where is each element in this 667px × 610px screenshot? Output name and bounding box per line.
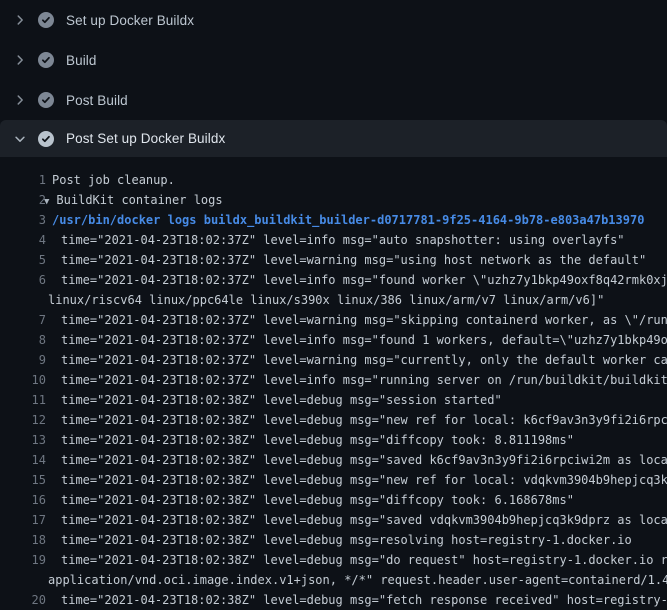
step-success-check-icon xyxy=(38,92,54,108)
log-line-text: linux/riscv64 linux/ppc64le linux/s390x … xyxy=(0,290,667,310)
step-label: Post Set up Docker Buildx xyxy=(66,131,225,146)
log-line-number[interactable]: 5 xyxy=(0,250,46,270)
log-line: 6time="2021-04-23T18:02:37Z" level=info … xyxy=(0,270,667,290)
log-line-number[interactable]: 18 xyxy=(0,530,46,550)
log-line: 9time="2021-04-23T18:02:37Z" level=warni… xyxy=(0,350,667,370)
log-line-number[interactable]: 7 xyxy=(0,310,46,330)
log-line-text: time="2021-04-23T18:02:38Z" level=debug … xyxy=(0,590,667,610)
log-line-number[interactable]: 9 xyxy=(0,350,46,370)
log-line: 17time="2021-04-23T18:02:38Z" level=debu… xyxy=(0,510,667,530)
step-success-check-icon xyxy=(38,131,54,147)
log-line-number[interactable]: 13 xyxy=(0,430,46,450)
log-line: 10time="2021-04-23T18:02:37Z" level=info… xyxy=(0,370,667,390)
chevron-right-icon xyxy=(13,53,27,67)
log-line-number[interactable]: 3 xyxy=(0,210,46,230)
log-line-number[interactable]: 2 xyxy=(0,190,46,210)
log-line: 2▼BuildKit container logs xyxy=(0,190,667,210)
step-label: Set up Docker Buildx xyxy=(66,13,194,28)
log-line-text: ▼BuildKit container logs xyxy=(0,190,667,210)
log-line: 3/usr/bin/docker logs buildx_buildkit_bu… xyxy=(0,210,667,230)
log-line-number[interactable]: 6 xyxy=(0,270,46,290)
log-line-text: time="2021-04-23T18:02:38Z" level=debug … xyxy=(0,410,667,430)
workflow-log-panel: Set up Docker Buildx Build Post Build Post … xyxy=(0,0,667,610)
log-line-number[interactable]: 10 xyxy=(0,370,46,390)
log-line-text: time="2021-04-23T18:02:38Z" level=debug … xyxy=(0,530,667,550)
log-line: 11time="2021-04-23T18:02:38Z" level=debu… xyxy=(0,390,667,410)
log-line-text: time="2021-04-23T18:02:37Z" level=warnin… xyxy=(0,310,667,330)
log-line: application/vnd.oci.image.index.v1+json,… xyxy=(0,570,667,590)
step-row-build[interactable]: Build xyxy=(0,40,667,80)
log-line-text: time="2021-04-23T18:02:38Z" level=debug … xyxy=(0,430,667,450)
step-row-post-set-up-docker-buildx[interactable]: Post Set up Docker Buildx xyxy=(0,120,667,157)
log-line: 16time="2021-04-23T18:02:38Z" level=debu… xyxy=(0,490,667,510)
log-line: 5time="2021-04-23T18:02:37Z" level=warni… xyxy=(0,250,667,270)
log-line-text: /usr/bin/docker logs buildx_buildkit_bui… xyxy=(0,210,667,230)
log-line: linux/riscv64 linux/ppc64le linux/s390x … xyxy=(0,290,667,310)
log-line-text: time="2021-04-23T18:02:37Z" level=info m… xyxy=(0,230,667,250)
log-line-text: application/vnd.oci.image.index.v1+json,… xyxy=(0,570,667,590)
log-line: 20time="2021-04-23T18:02:38Z" level=debu… xyxy=(0,590,667,610)
log-line-number[interactable]: 12 xyxy=(0,410,46,430)
log-line-number[interactable]: 19 xyxy=(0,550,46,570)
log-line-number[interactable]: 15 xyxy=(0,470,46,490)
log-line: 4time="2021-04-23T18:02:37Z" level=info … xyxy=(0,230,667,250)
log-line-number[interactable]: 8 xyxy=(0,330,46,350)
log-line-text: time="2021-04-23T18:02:37Z" level=warnin… xyxy=(0,350,667,370)
log-line-number[interactable]: 4 xyxy=(0,230,46,250)
log-line-number[interactable]: 1 xyxy=(0,170,46,190)
log-line-number[interactable]: 16 xyxy=(0,490,46,510)
step-success-check-icon xyxy=(38,12,54,28)
log-line-text: time="2021-04-23T18:02:38Z" level=debug … xyxy=(0,390,667,410)
chevron-right-icon xyxy=(13,13,27,27)
log-line-text: time="2021-04-23T18:02:38Z" level=debug … xyxy=(0,490,667,510)
step-label: Post Build xyxy=(66,93,128,108)
log-line-text: time="2021-04-23T18:02:37Z" level=info m… xyxy=(0,370,667,390)
log-line-number[interactable]: 17 xyxy=(0,510,46,530)
step-row-set-up-docker-buildx[interactable]: Set up Docker Buildx xyxy=(0,0,667,40)
chevron-right-icon xyxy=(13,93,27,107)
log-line-number[interactable]: 20 xyxy=(0,590,46,610)
log-line-number[interactable]: 14 xyxy=(0,450,46,470)
log-line: 19time="2021-04-23T18:02:38Z" level=debu… xyxy=(0,550,667,570)
step-label: Build xyxy=(66,53,97,68)
log-line: 18time="2021-04-23T18:02:38Z" level=debu… xyxy=(0,530,667,550)
log-line-text: Post job cleanup. xyxy=(0,170,667,190)
chevron-down-icon xyxy=(13,132,27,146)
log-line-text: time="2021-04-23T18:02:38Z" level=debug … xyxy=(0,510,667,530)
log-line: 15time="2021-04-23T18:02:38Z" level=debu… xyxy=(0,470,667,490)
log-line: 1Post job cleanup. xyxy=(0,170,667,190)
log-line: 7time="2021-04-23T18:02:37Z" level=warni… xyxy=(0,310,667,330)
log-line-text: time="2021-04-23T18:02:37Z" level=info m… xyxy=(0,270,667,290)
step-success-check-icon xyxy=(38,52,54,68)
log-line-text: time="2021-04-23T18:02:38Z" level=debug … xyxy=(0,450,667,470)
log-line: 14time="2021-04-23T18:02:38Z" level=debu… xyxy=(0,450,667,470)
log-line-text: time="2021-04-23T18:02:37Z" level=warnin… xyxy=(0,250,667,270)
log-line: 12time="2021-04-23T18:02:38Z" level=debu… xyxy=(0,410,667,430)
log-line-text: time="2021-04-23T18:02:37Z" level=info m… xyxy=(0,330,667,350)
log-line-text: time="2021-04-23T18:02:38Z" level=debug … xyxy=(0,550,667,570)
step-list: Set up Docker Buildx Build Post Build Post … xyxy=(0,0,667,157)
log-line-number[interactable]: 11 xyxy=(0,390,46,410)
log-viewer[interactable]: 1Post job cleanup.2▼BuildKit container l… xyxy=(0,157,667,610)
log-line: 8time="2021-04-23T18:02:37Z" level=info … xyxy=(0,330,667,350)
step-row-post-build[interactable]: Post Build xyxy=(0,80,667,120)
log-line-text: time="2021-04-23T18:02:38Z" level=debug … xyxy=(0,470,667,490)
log-line: 13time="2021-04-23T18:02:38Z" level=debu… xyxy=(0,430,667,450)
